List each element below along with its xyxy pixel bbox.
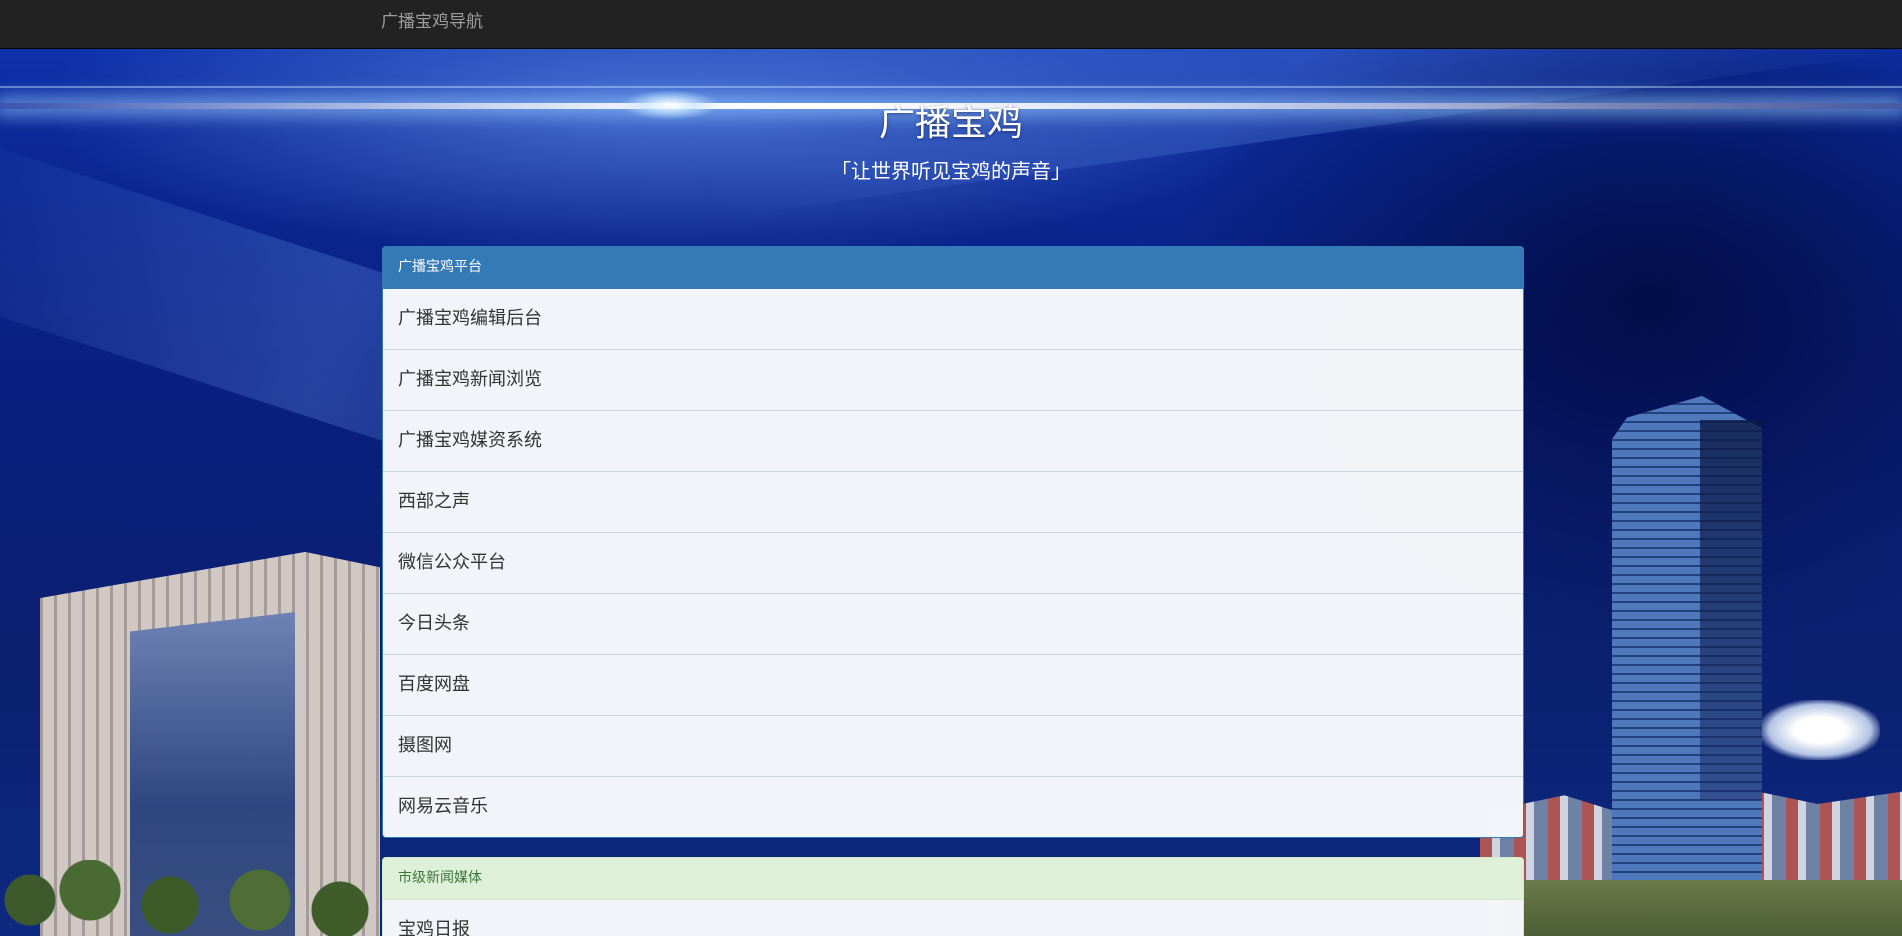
ground <box>1500 880 1902 936</box>
list-item-link[interactable]: 西部之声 <box>383 471 1523 532</box>
city-media-panel: 市级新闻媒体 宝鸡日报 <box>382 857 1524 936</box>
trees <box>0 860 380 936</box>
platform-panel: 广播宝鸡平台 广播宝鸡编辑后台 广播宝鸡新闻浏览 广播宝鸡媒资系统 西部之声 微… <box>382 246 1524 838</box>
list-item-link[interactable]: 百度网盘 <box>383 654 1523 715</box>
list-item-link[interactable]: 宝鸡日报 <box>383 900 1523 936</box>
list-item-link[interactable]: 广播宝鸡编辑后台 <box>383 289 1523 349</box>
link-list: 广播宝鸡编辑后台 广播宝鸡新闻浏览 广播宝鸡媒资系统 西部之声 微信公众平台 今… <box>383 289 1523 837</box>
navbar: 广播宝鸡导航 <box>0 0 1902 49</box>
hero-title: 广播宝鸡 <box>878 103 1023 144</box>
list-item-link[interactable]: 广播宝鸡媒资系统 <box>383 410 1523 471</box>
light-streak <box>0 86 1902 88</box>
panel-heading: 市级新闻媒体 <box>383 858 1523 900</box>
list-item-link[interactable]: 摄图网 <box>383 715 1523 776</box>
list-item-link[interactable]: 今日头条 <box>383 593 1523 654</box>
navbar-brand[interactable]: 广播宝鸡导航 <box>381 12 483 32</box>
list-item-link[interactable]: 广播宝鸡新闻浏览 <box>383 349 1523 410</box>
cloud <box>1760 700 1880 760</box>
list-item-link[interactable]: 网易云音乐 <box>383 776 1523 837</box>
list-item-link[interactable]: 微信公众平台 <box>383 532 1523 593</box>
hero-subtitle: 「让世界听见宝鸡的声音」 <box>831 159 1071 183</box>
link-list: 宝鸡日报 <box>383 900 1523 936</box>
skyscraper-shadow <box>1700 420 1762 800</box>
panel-heading: 广播宝鸡平台 <box>383 247 1523 289</box>
